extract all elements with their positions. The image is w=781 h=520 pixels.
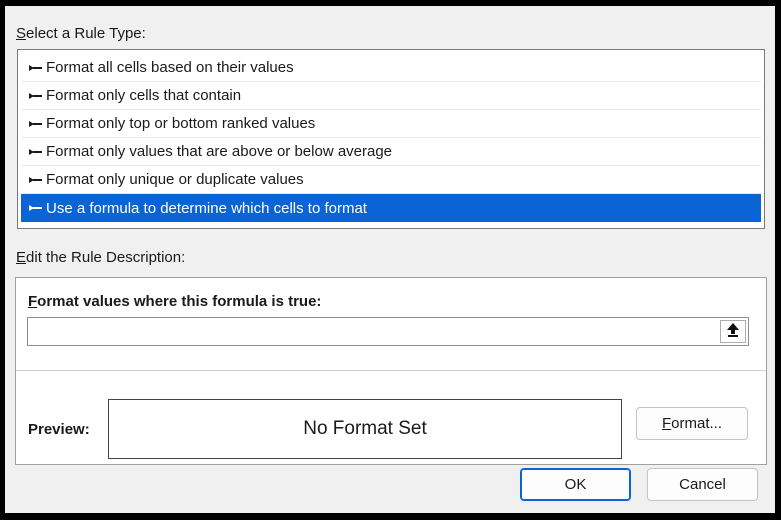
new-formatting-rule-dialog: Select a Rule Type: Format all cells bas… xyxy=(5,6,775,513)
rule-type-list[interactable]: Format all cells based on their values F… xyxy=(17,49,765,229)
rule-type-label: Use a formula to determine which cells t… xyxy=(46,199,367,217)
rule-type-item[interactable]: Format only cells that contain xyxy=(21,82,761,110)
edit-rule-description-text: dit the Rule Description: xyxy=(26,249,186,266)
rule-description-panel: Format values where this formula is true… xyxy=(15,277,767,465)
formula-input[interactable] xyxy=(28,318,718,345)
rule-type-label: Format only cells that contain xyxy=(46,87,242,104)
rule-type-item[interactable]: Format only unique or duplicate values xyxy=(21,166,761,194)
preview-box: No Format Set xyxy=(108,399,622,459)
rule-type-label: Format only values that are above or bel… xyxy=(46,143,393,160)
rule-type-label: Format all cells based on their values xyxy=(46,59,294,76)
format-button-accesskey: F xyxy=(661,415,672,432)
select-rule-type-label-accesskey: S xyxy=(16,25,27,42)
ok-button[interactable]: OK xyxy=(520,468,631,501)
rule-type-label: Format only top or bottom ranked values xyxy=(46,115,316,132)
collapse-dialog-button[interactable] xyxy=(720,320,746,343)
formula-field xyxy=(27,317,749,346)
rule-arrow-icon xyxy=(29,204,46,212)
rule-type-item-selected[interactable]: Use a formula to determine which cells t… xyxy=(21,194,761,222)
edit-rule-description-accesskey: E xyxy=(16,249,27,266)
formula-title-accesskey: F xyxy=(28,293,38,310)
preview-label: Preview: xyxy=(28,421,90,438)
formula-title-text: ormat values where this formula is true: xyxy=(37,293,322,310)
cancel-button[interactable]: Cancel xyxy=(647,468,758,501)
rule-arrow-icon xyxy=(29,64,46,72)
rule-arrow-icon xyxy=(29,148,46,156)
format-button[interactable]: Format... xyxy=(636,407,748,440)
rule-arrow-icon xyxy=(29,92,46,100)
preview-text: No Format Set xyxy=(303,418,427,439)
select-rule-type-label-text: elect a Rule Type: xyxy=(26,25,146,42)
rule-arrow-icon xyxy=(29,120,46,128)
edit-rule-description-label: Edit the Rule Description: xyxy=(16,249,185,266)
rule-type-item[interactable]: Format only top or bottom ranked values xyxy=(21,110,761,138)
collapse-dialog-arrow-up-icon xyxy=(726,322,740,342)
rule-type-item[interactable]: Format all cells based on their values xyxy=(21,54,761,82)
format-button-text: ormat... xyxy=(671,415,723,432)
formula-title: Format values where this formula is true… xyxy=(28,293,321,310)
section-divider xyxy=(16,370,766,371)
rule-type-label: Format only unique or duplicate values xyxy=(46,171,304,188)
select-rule-type-label: Select a Rule Type: xyxy=(16,25,146,42)
rule-arrow-icon xyxy=(29,176,46,184)
rule-type-item[interactable]: Format only values that are above or bel… xyxy=(21,138,761,166)
